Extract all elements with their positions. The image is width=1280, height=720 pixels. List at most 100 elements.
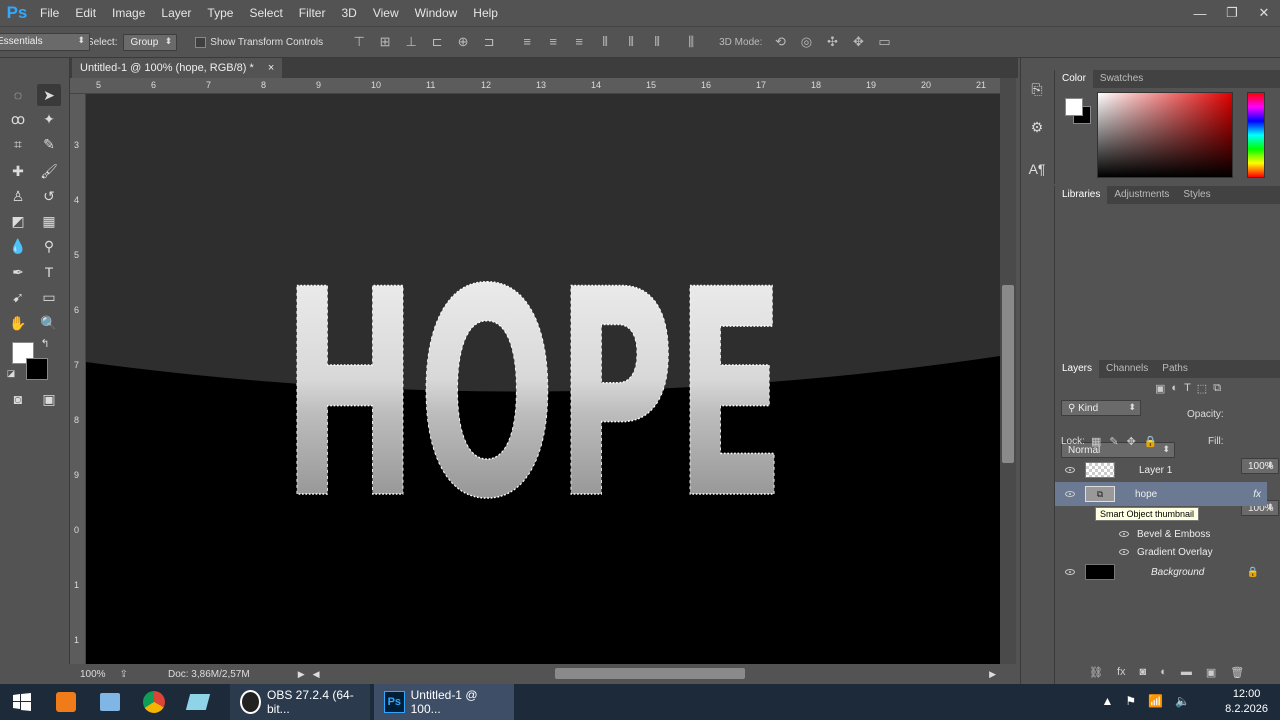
filter-pixel-icon[interactable]: ▣ (1155, 382, 1165, 395)
layer-row-hope[interactable]: ⧉ hope fx (1055, 482, 1267, 506)
color-spectrum-field[interactable] (1097, 92, 1233, 178)
default-colors-icon[interactable]: ◪ (4, 366, 18, 380)
status-export-icon[interactable]: ⇪ (120, 669, 128, 680)
dodge-tool-icon[interactable]: ⚲ (37, 235, 61, 257)
align-vcenter-icon[interactable]: ⊞ (373, 34, 397, 50)
quick-mask-icon[interactable]: ◙ (6, 388, 30, 410)
align-right-icon[interactable]: ⊐ (477, 34, 501, 50)
align-bottom-icon[interactable]: ⊥ (399, 34, 423, 50)
file-explorer-icon[interactable] (88, 684, 132, 720)
lasso-tool-icon[interactable]: ꝏ (6, 108, 30, 130)
tab-styles[interactable]: Styles (1176, 186, 1217, 204)
3d-scale-icon[interactable]: ▭ (872, 34, 896, 50)
layer-row-layer-1[interactable]: Layer 1 (1055, 458, 1269, 482)
align-hcenter-icon[interactable]: ⊕ (451, 34, 475, 50)
smart-object-thumbnail-icon[interactable]: ⧉ (1085, 486, 1115, 502)
filter-type-icon[interactable]: T (1184, 382, 1191, 395)
layer-visibility-eye-icon[interactable] (1055, 489, 1085, 500)
rectangle-tool-icon[interactable]: ▭ (37, 286, 61, 308)
menu-view[interactable]: View (365, 0, 407, 26)
menu-filter[interactable]: Filter (291, 0, 334, 26)
tab-adjustments[interactable]: Adjustments (1107, 186, 1176, 204)
add-mask-icon[interactable]: ◙ (1140, 666, 1147, 679)
new-adjustment-icon[interactable]: ◐ (1160, 666, 1167, 679)
network-icon[interactable]: 📶 (1148, 694, 1163, 708)
3d-pan-icon[interactable]: ✣ (820, 34, 844, 50)
menu-image[interactable]: Image (104, 0, 153, 26)
ruler-vertical[interactable]: 3 4 5 6 7 8 9 0 1 1 (70, 94, 86, 664)
history-brush-icon[interactable]: ↺ (37, 185, 61, 207)
crop-tool-icon[interactable]: ⌗ (6, 133, 30, 155)
tab-swatches[interactable]: Swatches (1093, 70, 1150, 88)
layer-visibility-eye-icon[interactable] (1055, 567, 1085, 578)
filter-shape-icon[interactable]: ⬚ (1197, 382, 1207, 395)
menu-3d[interactable]: 3D (333, 0, 364, 26)
lock-transparent-icon[interactable]: ▦ (1091, 435, 1101, 448)
menu-type[interactable]: Type (199, 0, 241, 26)
zoom-level[interactable]: 100% (80, 669, 106, 680)
blur-tool-icon[interactable]: 💧 (6, 235, 30, 257)
auto-align-icon[interactable]: ⫼ (679, 34, 703, 50)
zoom-tool-icon[interactable]: 🔍 (37, 312, 61, 334)
media-player-icon[interactable] (44, 684, 88, 720)
scroll-left-arrow-icon[interactable]: ◀ (313, 669, 320, 680)
effect-eye-icon[interactable] (1119, 531, 1129, 537)
restore-button[interactable]: ❐ (1216, 0, 1248, 26)
type-tool-icon[interactable]: T (37, 261, 61, 283)
swap-colors-icon[interactable]: ↰ (36, 336, 54, 350)
taskbar-obs[interactable]: OBS 27.2.4 (64-bit... (230, 684, 370, 720)
eraser-tool-icon[interactable]: ◩ (6, 210, 30, 232)
close-tab-icon[interactable]: × (268, 62, 274, 74)
clone-stamp-icon[interactable]: ♙ (6, 185, 30, 207)
hue-slider[interactable] (1247, 92, 1265, 178)
properties-panel-icon[interactable]: ⚙ (1025, 116, 1049, 138)
tab-channels[interactable]: Channels (1099, 360, 1155, 378)
tray-flag-icon[interactable]: ⚑ (1125, 694, 1136, 708)
status-menu-arrow-icon[interactable]: ▶ (298, 669, 305, 680)
layer-row-background[interactable]: Background 🔒 (1055, 560, 1269, 584)
notes-app-icon[interactable] (176, 684, 220, 720)
menu-help[interactable]: Help (465, 0, 506, 26)
layer-filter-kind[interactable]: ⚲ Kind (1061, 400, 1141, 416)
link-layers-icon[interactable]: ⛓ (1089, 666, 1103, 679)
show-transform-checkbox[interactable]: Show Transform Controls (195, 36, 323, 48)
document-canvas[interactable]: HOPE (86, 94, 1000, 664)
fg-color-chip[interactable] (1065, 98, 1083, 116)
history-panel-icon[interactable]: ⎘ (1025, 78, 1049, 100)
move-tool-icon[interactable]: ➤ (37, 84, 61, 106)
gradient-tool-icon[interactable]: ▦ (37, 210, 61, 232)
menu-layer[interactable]: Layer (153, 0, 199, 26)
character-panel-icon[interactable]: A¶ (1025, 158, 1049, 180)
horizontal-scroll-thumb[interactable] (555, 668, 745, 679)
lock-all-icon[interactable]: 🔒 (1144, 435, 1158, 448)
effect-bevel-emboss[interactable]: Bevel & Emboss (1055, 525, 1269, 543)
menu-file[interactable]: File (32, 0, 67, 26)
lock-pixels-icon[interactable]: ✎ (1109, 435, 1118, 448)
tab-libraries[interactable]: Libraries (1055, 186, 1108, 204)
hand-tool-icon[interactable]: ✋ (6, 312, 30, 334)
path-selection-icon[interactable]: ➹ (6, 286, 30, 308)
workspace-dropdown[interactable]: Essentials (0, 33, 90, 51)
new-group-icon[interactable]: ▬ (1181, 666, 1192, 679)
3d-orbit-icon[interactable]: ⟲ (768, 34, 792, 50)
layer-thumbnail[interactable] (1085, 564, 1115, 580)
filter-smart-icon[interactable]: ⧉ (1213, 382, 1221, 395)
vertical-scroll-thumb[interactable] (1002, 285, 1014, 463)
clock[interactable]: 12:00 8.2.2026 (1225, 687, 1268, 717)
distribute-vcenter-icon[interactable]: ≡ (541, 34, 565, 50)
magic-wand-icon[interactable]: ✦ (37, 108, 61, 130)
add-style-icon[interactable]: fx (1117, 666, 1126, 679)
auto-select-dropdown[interactable]: Group (123, 33, 178, 51)
minimize-button[interactable]: — (1184, 0, 1216, 26)
healing-brush-icon[interactable]: ✚ (6, 160, 30, 182)
screen-mode-icon[interactable]: ▣ (37, 388, 61, 410)
new-layer-icon[interactable]: ▣ (1206, 666, 1216, 679)
distribute-left-icon[interactable]: ⫴ (593, 34, 617, 50)
layer-name[interactable]: Background (1151, 567, 1204, 578)
chrome-icon[interactable] (132, 684, 176, 720)
align-top-icon[interactable]: ⊤ (347, 34, 371, 50)
delete-layer-icon[interactable]: 🗑 (1230, 666, 1244, 679)
taskbar-photoshop[interactable]: Ps Untitled-1 @ 100... (374, 684, 514, 720)
pen-tool-icon[interactable]: ✒ (6, 261, 30, 283)
scroll-right-arrow-icon[interactable]: ▶ (989, 669, 996, 680)
